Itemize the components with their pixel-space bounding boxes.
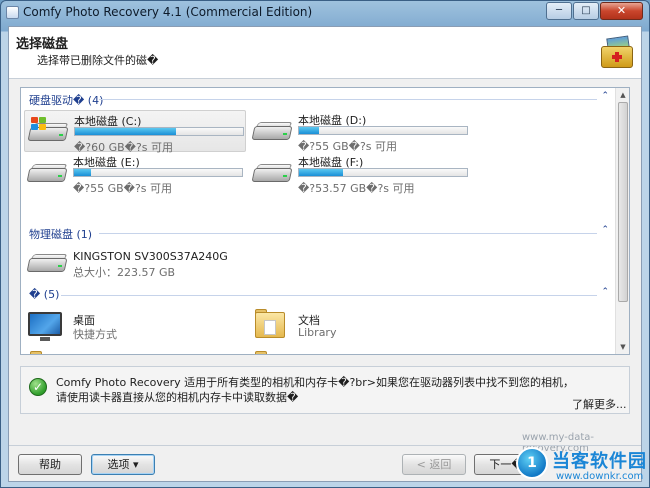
usage-bar-fill <box>299 127 320 134</box>
options-button[interactable]: 选项 ▾ <box>91 454 155 475</box>
drive-item-f[interactable]: 本地磁盘 (F:) �?53.57 GB�?s 可用 <box>249 152 471 195</box>
drive-item-d[interactable]: 本地磁盘 (D:) �?55 GB�?s 可用 <box>249 110 471 153</box>
usage-bar <box>298 168 468 177</box>
scroll-down-arrow-icon[interactable]: ▼ <box>617 341 629 353</box>
usage-bar <box>74 127 244 136</box>
group-label: � (5) <box>29 288 60 301</box>
music-folder-icon: ♪ <box>28 350 60 354</box>
collapse-chevron-icon[interactable]: ⌃ <box>601 287 609 297</box>
hard-drive-icon <box>251 164 293 184</box>
group-label: 物理磁盘 (1) <box>29 228 93 241</box>
group-divider <box>99 99 597 100</box>
windows-drive-icon <box>27 117 69 143</box>
usage-bar-fill <box>75 128 176 135</box>
usage-bar <box>73 168 243 177</box>
title-bar[interactable]: Comfy Photo Recovery 4.1 (Commercial Edi… <box>1 1 649 25</box>
watermark-logo-icon: 1 <box>516 447 548 479</box>
help-button[interactable]: 帮助 <box>18 454 82 475</box>
drive-item-c[interactable]: 本地磁盘 (C:) �?60 GB�?s 可用 <box>24 110 246 154</box>
group-label: 硬盘驱动� (4) <box>29 94 104 107</box>
drive-free-space: �?55 GB�?s 可用 <box>73 182 173 195</box>
physical-disk-name: KINGSTON SV300S37A240G <box>73 250 228 263</box>
checkmark-icon: ✓ <box>29 378 47 396</box>
info-text: Comfy Photo Recovery 适用于所有类型的相机和内存卡�?br>… <box>56 376 575 404</box>
hard-drive-icon <box>251 122 293 142</box>
group-divider <box>61 295 597 296</box>
info-panel: ✓ Comfy Photo Recovery 适用于所有类型的相机和内存卡�?b… <box>20 366 630 414</box>
hard-drive-icon <box>26 254 68 274</box>
maximize-button[interactable]: □ <box>573 2 599 20</box>
library-item-music[interactable]: ♪ 音乐 Library <box>24 348 246 355</box>
scroll-up-arrow-icon[interactable]: ▲ <box>617 89 629 101</box>
first-aid-kit-icon <box>599 35 635 70</box>
watermark-brand: 当客软件园 <box>552 451 647 472</box>
physical-disk-item[interactable]: KINGSTON SV300S37A240G 总大小：223.57 GB <box>24 244 246 286</box>
vertical-scrollbar[interactable]: ▲ ▼ <box>615 88 629 354</box>
library-item-pictures[interactable]: 图片 Library <box>249 348 471 355</box>
library-type: 快捷方式 <box>73 328 117 341</box>
window-title: Comfy Photo Recovery 4.1 (Commercial Edi… <box>23 5 313 19</box>
site-watermark-logo: 1 当客软件园 www.downkr.com <box>516 447 650 488</box>
wizard-client: 选择磁盘 选择带已删除文件的磁� 硬盘驱动� (4) ⌃ 本地磁盘 (C:) �… <box>8 26 642 482</box>
wizard-header: 选择磁盘 选择带已删除文件的磁� <box>9 27 641 79</box>
group-header-hard-drives[interactable]: 硬盘驱动� (4) ⌃ <box>29 91 609 107</box>
collapse-chevron-icon[interactable]: ⌃ <box>601 91 609 101</box>
desktop-icon <box>28 308 62 342</box>
group-header-physical-disks[interactable]: 物理磁盘 (1) ⌃ <box>29 225 609 241</box>
app-icon <box>6 6 19 19</box>
disk-list[interactable]: 硬盘驱动� (4) ⌃ 本地磁盘 (C:) �?60 GB�?s 可用 本地磁盘… <box>20 87 630 355</box>
watermark-url: www.downkr.com <box>556 471 644 482</box>
library-name: 图片 <box>298 354 320 355</box>
documents-folder-icon <box>253 308 285 342</box>
minimize-button[interactable]: ─ <box>546 2 572 20</box>
page-subtitle: 选择带已删除文件的磁� <box>37 54 159 67</box>
library-type: Library <box>298 326 337 339</box>
drive-item-e[interactable]: 本地磁盘 (E:) �?55 GB�?s 可用 <box>24 152 246 195</box>
group-header-libraries[interactable]: � (5) ⌃ <box>29 287 609 302</box>
usage-bar-fill <box>299 169 343 176</box>
library-item-documents[interactable]: 文档 Library <box>249 306 471 348</box>
pictures-folder-icon <box>253 350 285 354</box>
library-name: 音乐 <box>73 354 95 355</box>
footer-divider <box>9 445 641 446</box>
scroll-thumb[interactable] <box>618 102 628 302</box>
learn-more-link[interactable]: 了解更多... <box>572 396 627 412</box>
back-button[interactable]: < 返回 <box>402 454 466 475</box>
close-button[interactable]: ✕ <box>600 2 643 20</box>
hard-drive-icon <box>26 164 68 184</box>
library-item-desktop[interactable]: 桌面 快捷方式 <box>24 306 246 348</box>
usage-bar-fill <box>74 169 91 176</box>
physical-disk-size: 总大小：223.57 GB <box>73 266 176 279</box>
app-window: Comfy Photo Recovery 4.1 (Commercial Edi… <box>0 0 650 488</box>
group-divider <box>99 233 597 234</box>
collapse-chevron-icon[interactable]: ⌃ <box>601 225 609 235</box>
usage-bar <box>298 126 468 135</box>
caption-buttons: ─ □ ✕ <box>545 2 643 20</box>
page-title: 选择磁盘 <box>16 37 69 52</box>
drive-free-space: �?53.57 GB�?s 可用 <box>298 182 415 195</box>
